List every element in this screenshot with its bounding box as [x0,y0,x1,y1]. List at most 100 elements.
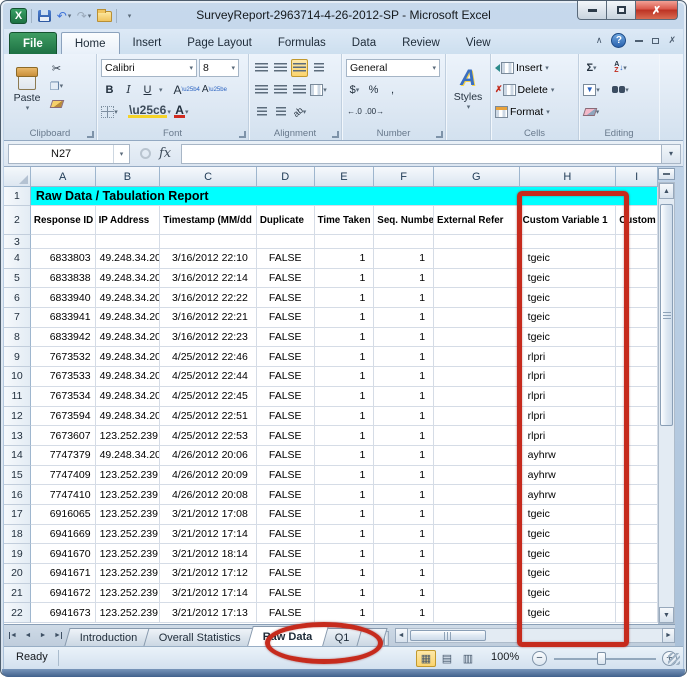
customize-qat-button[interactable]: ▾ [121,7,137,25]
cell[interactable]: 1 [374,308,434,328]
page-break-view-button[interactable]: ▥ [458,650,478,667]
insert-function-button[interactable]: fx [159,146,171,161]
cell[interactable]: tgeic [520,328,617,348]
cell[interactable]: 3/16/2012 22:21 [160,308,257,328]
column-title-cell[interactable]: Custom Variable 1 [520,206,617,235]
zoom-level[interactable]: 100% [491,651,519,663]
cell[interactable]: 1 [315,466,375,486]
number-format-select[interactable]: General▾ [346,59,440,77]
restore-button[interactable] [607,1,636,20]
cell[interactable]: FALSE [257,505,315,525]
undo-dropdown-icon[interactable]: ▾ [68,12,72,20]
scroll-down-button[interactable]: ▼ [659,607,674,623]
cell[interactable]: rlpri [520,407,617,427]
cell[interactable]: 123.252.239. [96,603,161,623]
cell[interactable]: 3/21/2012 17:08 [160,505,257,525]
cell[interactable] [434,235,520,249]
cell[interactable] [616,466,658,486]
font-color-dropdown-icon[interactable]: ▾ [185,108,189,116]
cell[interactable]: 123.252.239. [96,544,161,564]
delete-dropdown-icon[interactable]: ▾ [551,86,555,94]
fill-dropdown-icon[interactable]: ▾ [596,86,600,94]
resize-grip[interactable] [668,653,680,665]
vertical-scrollbar[interactable]: ▲ ▼ [658,182,675,624]
cell[interactable] [616,387,658,407]
cell[interactable]: 123.252.239. [96,584,161,604]
cell[interactable] [434,603,520,623]
find-select-button[interactable]: ▾ [612,81,629,99]
cell[interactable]: 3/21/2012 17:13 [160,603,257,623]
cell[interactable] [616,328,658,348]
accounting-dropdown-icon[interactable]: ▾ [356,86,360,94]
format-cells-button[interactable]: Format▾ [495,101,574,122]
cell[interactable]: 1 [315,367,375,387]
cell[interactable]: tgeic [520,584,617,604]
column-header-C[interactable]: C [160,167,257,187]
expand-formula-bar-icon[interactable]: ▾ [661,144,681,164]
close-button[interactable]: ✗ [636,1,678,20]
cell[interactable] [434,387,520,407]
minimize-button[interactable] [577,1,607,20]
cell[interactable] [434,347,520,367]
percent-style-button[interactable]: % [365,81,382,99]
column-title-cell[interactable]: External Refer [434,206,520,235]
sheet-tab-overall-statistics[interactable]: Overall Statistics [144,628,257,646]
cell[interactable] [616,426,658,446]
cell[interactable]: 1 [315,485,375,505]
cell[interactable]: FALSE [257,544,315,564]
cell[interactable]: 123.252.239. [96,564,161,584]
cell[interactable]: tgeic [520,544,617,564]
font-family-dropdown-icon[interactable]: ▾ [189,64,193,72]
cell[interactable] [434,269,520,289]
minimize-ribbon-icon[interactable]: ∧ [596,35,603,46]
cell[interactable]: ayhrw [520,466,617,486]
cell[interactable]: 4/26/2012 20:06 [160,446,257,466]
cell[interactable]: 1 [374,407,434,427]
cell[interactable]: FALSE [257,347,315,367]
cell[interactable] [374,235,434,249]
cell[interactable] [434,505,520,525]
alignment-dialog-launcher-icon[interactable] [332,131,339,138]
formula-input[interactable] [181,144,661,164]
cell[interactable] [257,235,315,249]
cell[interactable]: 4/26/2012 20:09 [160,466,257,486]
name-box-dropdown-icon[interactable]: ▾ [113,145,129,163]
row-header-18[interactable]: 18 [4,525,31,545]
row-header-7[interactable]: 7 [4,308,31,328]
font-family-select[interactable]: Calibri▾ [101,59,197,77]
column-header-H[interactable]: H [520,167,617,187]
cell[interactable]: 6941670 [31,544,96,564]
cell[interactable]: tgeic [520,308,617,328]
cell[interactable]: tgeic [520,603,617,623]
copy-button[interactable]: ❐▾ [48,77,65,95]
cell[interactable]: 1 [315,446,375,466]
cell[interactable]: 1 [374,367,434,387]
cell[interactable]: 1 [315,347,375,367]
row-header-16[interactable]: 16 [4,485,31,505]
cell[interactable]: 3/21/2012 17:12 [160,564,257,584]
cell[interactable]: 49.248.34.20 [96,347,161,367]
cell[interactable]: FALSE [257,407,315,427]
column-header-D[interactable]: D [257,167,315,187]
insert-cells-button[interactable]: Insert▾ [495,57,574,78]
font-size-select[interactable]: 8▾ [199,59,239,77]
cell[interactable] [616,308,658,328]
cell[interactable]: 1 [315,328,375,348]
cell[interactable] [434,525,520,545]
cell[interactable]: 7747379 [31,446,96,466]
sheet-tab-raw-data[interactable]: Raw Data [248,626,329,646]
center-button[interactable] [272,81,289,99]
cell[interactable]: 49.248.34.20 [96,387,161,407]
cell[interactable]: 6941672 [31,584,96,604]
sort-dropdown-icon[interactable]: ▾ [623,64,627,72]
cell[interactable] [616,446,658,466]
cell[interactable] [616,407,658,427]
column-title-cell[interactable]: Custom V [616,206,658,235]
align-left-button[interactable] [253,81,270,99]
cell[interactable] [616,249,658,269]
cell[interactable] [616,485,658,505]
cell[interactable]: rlpri [520,387,617,407]
cell[interactable]: 6941673 [31,603,96,623]
cell[interactable]: 4/25/2012 22:46 [160,347,257,367]
cell[interactable] [434,426,520,446]
